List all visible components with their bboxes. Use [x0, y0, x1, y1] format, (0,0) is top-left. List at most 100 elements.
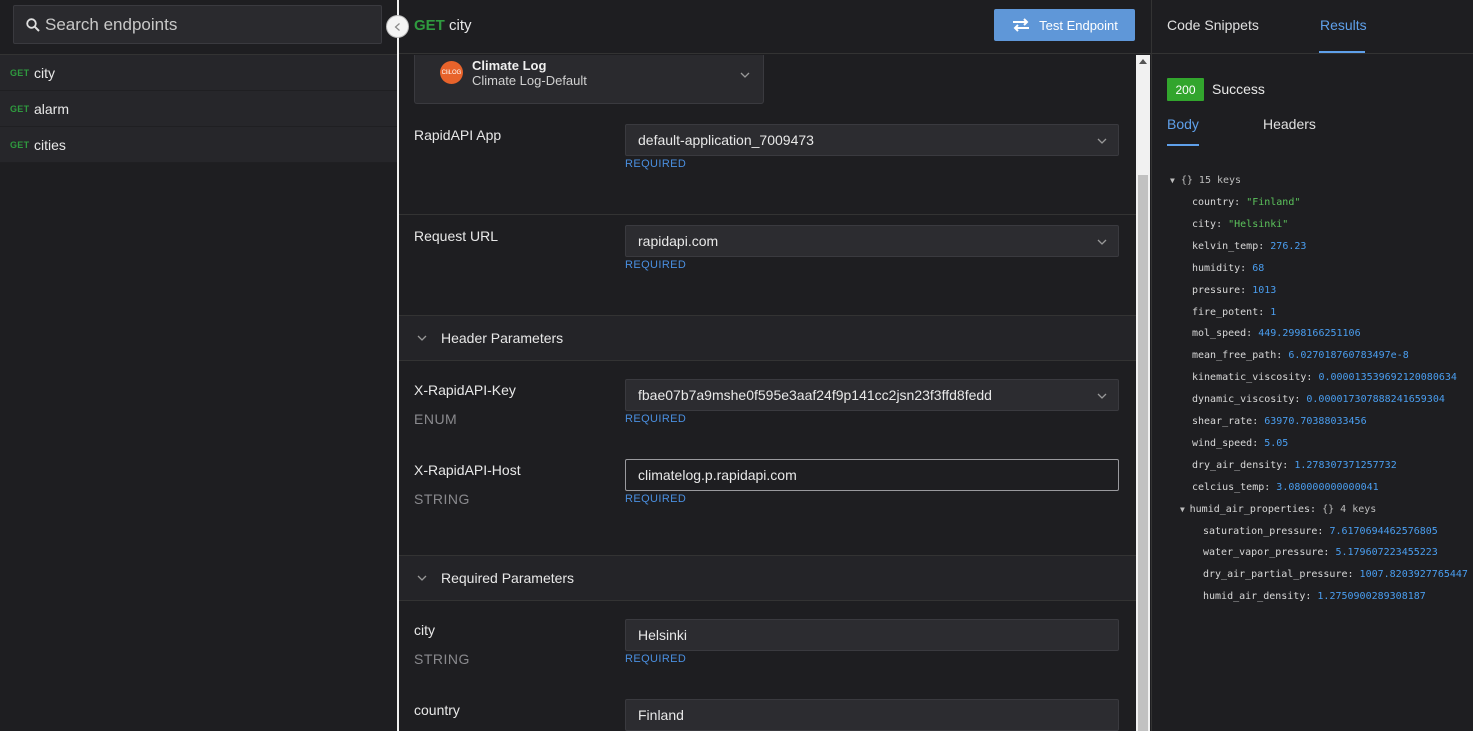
- required-parameters-section[interactable]: Required Parameters: [399, 555, 1136, 601]
- app-logo: CliLOG: [440, 61, 463, 84]
- section-title: Required Parameters: [441, 570, 575, 586]
- request-method: GET: [414, 17, 445, 34]
- section-title: Header Parameters: [441, 330, 564, 346]
- required-label: REQUIRED: [625, 653, 687, 665]
- json-value: 276.23: [1270, 240, 1307, 252]
- test-endpoint-button[interactable]: Test Endpoint: [994, 9, 1135, 41]
- json-value: 3.080000000000041: [1276, 481, 1379, 493]
- form-scrollbar[interactable]: [1136, 55, 1150, 731]
- chevron-left-icon: [394, 22, 400, 31]
- json-value: 5.179607223455223: [1335, 547, 1438, 559]
- app-root: GET city GET alarm GET cities GET city T…: [0, 0, 1473, 731]
- json-key: water_vapor_pressure:: [1203, 547, 1330, 559]
- json-key: dynamic_viscosity:: [1192, 394, 1307, 406]
- json-key: celcius_temp:: [1192, 481, 1277, 493]
- json-key: mean_free_path:: [1192, 350, 1289, 362]
- json-nested-toggle[interactable]: ▼ humid_air_properties: {} 4 keys: [1180, 504, 1376, 515]
- request-url-label: Request URL: [414, 228, 499, 244]
- json-value: 0.000013539692120080634: [1318, 372, 1457, 384]
- rapidapi-app-select[interactable]: default-application_7009473: [625, 124, 1119, 156]
- json-field-row: pressure: 1013: [1192, 285, 1276, 296]
- status-code-badge: 200: [1167, 78, 1204, 101]
- search-input[interactable]: [45, 14, 365, 35]
- country-value: Finland: [638, 707, 684, 723]
- json-field-row: kelvin_temp: 276.23: [1192, 241, 1306, 252]
- json-nested-field-row: saturation_pressure: 7.6170694462576805: [1203, 526, 1438, 537]
- required-label: REQUIRED: [625, 259, 687, 271]
- x-rapidapi-key-select[interactable]: fbae07b7a9mshe0f595e3aaf24f9p141cc2jsn23…: [625, 379, 1119, 411]
- json-key: kinematic_viscosity:: [1192, 372, 1319, 384]
- json-key: saturation_pressure:: [1203, 525, 1324, 537]
- request-panel: GET city Test Endpoint CliLOG Climate Lo…: [399, 0, 1151, 731]
- chevron-down-icon: [417, 335, 427, 341]
- app-subtitle: Climate Log-Default: [472, 73, 587, 88]
- endpoint-name: city: [34, 64, 55, 81]
- json-value: 5.05: [1264, 437, 1289, 449]
- endpoint-name: cities: [34, 136, 66, 153]
- tab-code-snippets[interactable]: Code Snippets: [1167, 17, 1259, 33]
- json-nested-field-row: humid_air_density: 1.2750900289308187: [1203, 591, 1426, 602]
- json-field-row: country: "Finland": [1192, 197, 1300, 208]
- json-field-row: humidity: 68: [1192, 263, 1264, 274]
- json-key: city:: [1192, 218, 1229, 230]
- json-field-row: dry_air_density: 1.278307371257732: [1192, 460, 1397, 471]
- chevron-down-icon: [1097, 393, 1107, 399]
- json-key: humid_air_density:: [1203, 591, 1312, 603]
- json-key: mol_speed:: [1192, 328, 1259, 340]
- required-label: REQUIRED: [625, 158, 687, 170]
- json-nested-field-row: dry_air_partial_pressure: 1007.820392776…: [1203, 569, 1468, 580]
- rapidapi-app-value: default-application_7009473: [638, 132, 814, 148]
- param-type: ENUM: [414, 411, 458, 427]
- x-rapidapi-host-input[interactable]: climatelog.p.rapidapi.com: [625, 459, 1119, 491]
- test-endpoint-label: Test Endpoint: [1039, 17, 1118, 33]
- json-key: humid_air_properties:: [1189, 503, 1317, 515]
- endpoint-item-alarm[interactable]: GET alarm: [0, 91, 397, 127]
- scroll-up-arrow[interactable]: [1139, 59, 1147, 64]
- required-label: REQUIRED: [625, 493, 687, 505]
- json-key: fire_potent:: [1192, 306, 1271, 318]
- request-header: GET city Test Endpoint: [399, 0, 1151, 54]
- json-field-row: kinematic_viscosity: 0.00001353969212008…: [1192, 372, 1457, 383]
- json-value: "Finland": [1246, 197, 1301, 208]
- json-key: humidity:: [1192, 262, 1253, 274]
- app-selector[interactable]: CliLOG Climate Log Climate Log-Default: [414, 55, 764, 104]
- json-field-row: shear_rate: 63970.70388033456: [1192, 416, 1367, 427]
- json-value: 1: [1270, 306, 1277, 318]
- json-key: pressure:: [1192, 284, 1253, 296]
- city-param-label: city: [414, 622, 435, 638]
- country-input[interactable]: Finland: [625, 699, 1119, 731]
- chevron-down-icon: [740, 72, 750, 78]
- endpoint-item-city[interactable]: GET city: [0, 55, 397, 91]
- param-type: STRING: [414, 491, 470, 507]
- json-root-toggle[interactable]: ▼ {} 15 keys: [1170, 175, 1241, 186]
- method-badge: GET: [10, 103, 30, 114]
- header-parameters-section[interactable]: Header Parameters: [399, 315, 1136, 361]
- chevron-down-icon: [417, 575, 427, 581]
- json-field-row: fire_potent: 1: [1192, 307, 1276, 318]
- tab-headers[interactable]: Headers: [1263, 116, 1316, 132]
- app-title: Climate Log: [472, 58, 547, 73]
- endpoint-name: alarm: [34, 100, 70, 117]
- method-badge: GET: [10, 67, 30, 78]
- request-url-select[interactable]: rapidapi.com: [625, 225, 1119, 257]
- collapse-triangle-icon: ▼: [1170, 176, 1175, 185]
- json-nested-meta: {} 4 keys: [1322, 503, 1377, 515]
- swap-arrows-icon: [1013, 18, 1030, 32]
- city-input[interactable]: Helsinki: [625, 619, 1119, 651]
- json-field-row: dynamic_viscosity: 0.0000173078882416593…: [1192, 394, 1445, 405]
- tab-body[interactable]: Body: [1167, 116, 1199, 132]
- json-key: wind_speed:: [1192, 437, 1265, 449]
- collapse-sidebar-button[interactable]: [386, 15, 409, 38]
- x-rapidapi-key-label: X-RapidAPI-Key: [414, 382, 516, 398]
- results-tabs: Code Snippets Results: [1152, 0, 1473, 54]
- json-value: 1.2750900289308187: [1317, 591, 1426, 603]
- json-value: 0.000017307888241659304: [1306, 394, 1445, 406]
- json-value: 68: [1252, 262, 1265, 274]
- tab-results[interactable]: Results: [1320, 17, 1367, 33]
- json-value: 1013: [1252, 284, 1277, 296]
- json-value: 1007.8203927765447: [1359, 569, 1468, 581]
- scrollbar-thumb[interactable]: [1138, 175, 1148, 731]
- search-box[interactable]: [13, 5, 382, 44]
- json-value: 63970.70388033456: [1264, 416, 1367, 427]
- endpoint-item-cities[interactable]: GET cities: [0, 127, 397, 163]
